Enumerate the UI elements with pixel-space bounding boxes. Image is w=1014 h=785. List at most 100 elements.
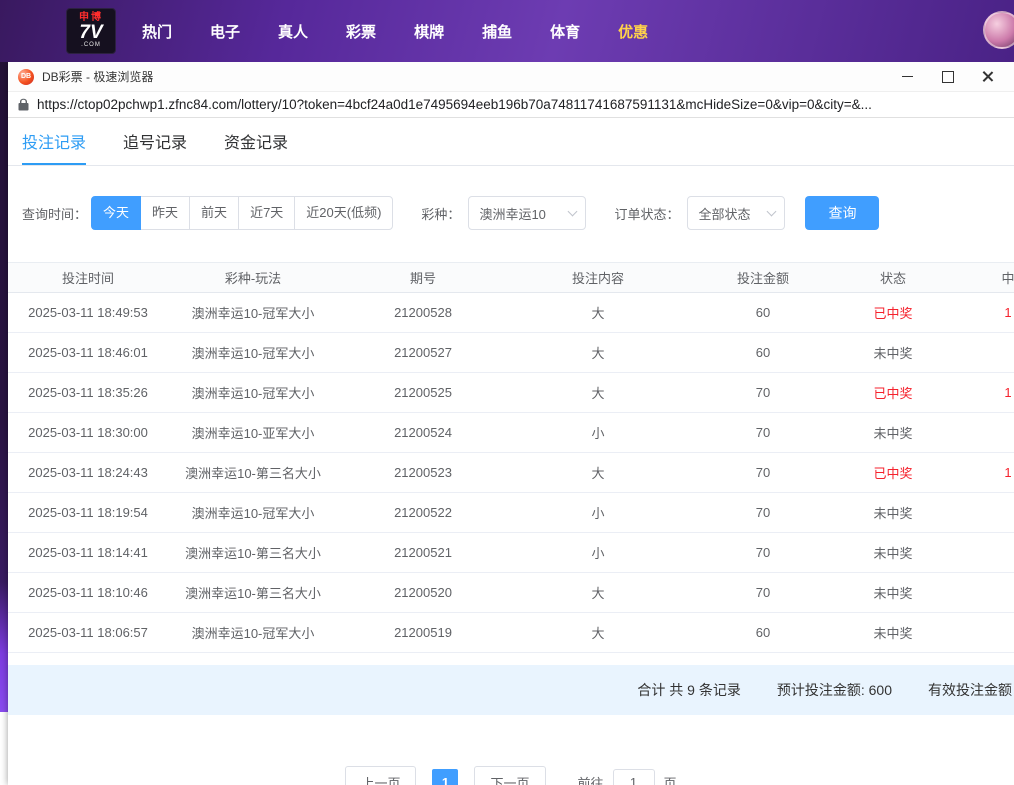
nav-item[interactable]: 真人 bbox=[278, 21, 308, 42]
cell-win bbox=[948, 493, 1014, 533]
table-body: 2025-03-11 18:49:53澳洲幸运10-冠军大小21200528大6… bbox=[8, 293, 1014, 653]
cell-time: 2025-03-11 18:46:01 bbox=[8, 333, 168, 373]
table-header-row: 投注时间彩种-玩法期号投注内容投注金额状态中 bbox=[8, 263, 1014, 293]
lottery-label: 彩种： bbox=[421, 204, 460, 223]
cell-game: 澳洲幸运10-冠军大小 bbox=[168, 293, 338, 333]
logo-en-text: 7V bbox=[79, 23, 102, 42]
cell-period: 21200527 bbox=[338, 333, 508, 373]
time-filter-group: 今天昨天前天近7天近20天(低频) bbox=[91, 196, 393, 230]
cell-game: 澳洲幸运10-第三名大小 bbox=[168, 453, 338, 493]
bet-records-table: 投注时间彩种-玩法期号投注内容投注金额状态中 2025-03-11 18:49:… bbox=[8, 262, 1014, 653]
user-avatar[interactable] bbox=[983, 11, 1014, 49]
cell-win: 1 bbox=[948, 293, 1014, 333]
table-row: 2025-03-11 18:19:54澳洲幸运10-冠军大小21200522小7… bbox=[8, 493, 1014, 533]
column-header: 状态 bbox=[838, 263, 948, 293]
time-filter-button[interactable]: 昨天 bbox=[140, 196, 190, 230]
close-icon[interactable] bbox=[981, 70, 994, 83]
cell-time: 2025-03-11 18:30:00 bbox=[8, 413, 168, 453]
prev-page-button[interactable]: 上一页 bbox=[345, 766, 416, 785]
order-status-select[interactable]: 全部状态 bbox=[687, 196, 785, 230]
nav-item[interactable]: 热门 bbox=[142, 21, 172, 42]
nav-item[interactable]: 彩票 bbox=[346, 21, 376, 42]
column-header: 彩种-玩法 bbox=[168, 263, 338, 293]
cell-amount: 70 bbox=[688, 413, 838, 453]
cell-content: 小 bbox=[508, 493, 688, 533]
cell-amount: 70 bbox=[688, 533, 838, 573]
site-favicon-icon: DB bbox=[18, 69, 34, 85]
column-header: 期号 bbox=[338, 263, 508, 293]
nav-item[interactable]: 电子 bbox=[210, 21, 240, 42]
maximize-icon[interactable] bbox=[941, 70, 954, 83]
summary-total: 合计 共 9 条记录 bbox=[637, 680, 740, 700]
cell-content: 大 bbox=[508, 293, 688, 333]
minimize-icon[interactable] bbox=[901, 70, 914, 83]
cell-win: 1 bbox=[948, 373, 1014, 413]
cell-amount: 70 bbox=[688, 453, 838, 493]
url-bar[interactable]: https://ctop02pchwp1.zfnc84.com/lottery/… bbox=[8, 91, 1014, 118]
table-row: 2025-03-11 18:46:01澳洲幸运10-冠军大小21200527大6… bbox=[8, 333, 1014, 373]
page-content: 投注记录追号记录资金记录 查询时间： 今天昨天前天近7天近20天(低频) 彩种：… bbox=[8, 118, 1014, 785]
cell-win: 1 bbox=[948, 453, 1014, 493]
site-logo[interactable]: 申博 7V .COM bbox=[66, 8, 116, 54]
cell-status: 已中奖 bbox=[838, 373, 948, 413]
cell-content: 大 bbox=[508, 453, 688, 493]
column-header: 投注时间 bbox=[8, 263, 168, 293]
record-tabs: 投注记录追号记录资金记录 bbox=[8, 118, 1014, 166]
cell-game: 澳洲幸运10-冠军大小 bbox=[168, 373, 338, 413]
tab-fund-records[interactable]: 资金记录 bbox=[224, 118, 288, 165]
cell-win bbox=[948, 573, 1014, 613]
tab-chase-records[interactable]: 追号记录 bbox=[123, 118, 187, 165]
cell-win bbox=[948, 333, 1014, 373]
lottery-select[interactable]: 澳洲幸运10 bbox=[468, 196, 586, 230]
nav-item[interactable]: 体育 bbox=[550, 21, 580, 42]
order-status-label: 订单状态： bbox=[614, 204, 679, 223]
time-filter-button[interactable]: 近7天 bbox=[238, 196, 295, 230]
cell-amount: 70 bbox=[688, 493, 838, 533]
nav-item[interactable]: 优惠 bbox=[618, 21, 648, 42]
time-filter-button[interactable]: 前天 bbox=[189, 196, 239, 230]
table-row: 2025-03-11 18:14:41澳洲幸运10-第三名大小21200521小… bbox=[8, 533, 1014, 573]
column-header: 投注金额 bbox=[688, 263, 838, 293]
cell-time: 2025-03-11 18:49:53 bbox=[8, 293, 168, 333]
search-button[interactable]: 查询 bbox=[805, 196, 879, 230]
page-1-button[interactable]: 1 bbox=[432, 769, 458, 785]
chevron-down-icon bbox=[767, 206, 777, 216]
goto-page-input[interactable] bbox=[613, 769, 655, 785]
order-status-value: 全部状态 bbox=[698, 204, 750, 223]
column-header: 投注内容 bbox=[508, 263, 688, 293]
cell-status: 未中奖 bbox=[838, 613, 948, 653]
pagination: 上一页 1 下一页 前往 页 bbox=[8, 766, 1014, 785]
cell-content: 小 bbox=[508, 533, 688, 573]
chevron-down-icon bbox=[568, 206, 578, 216]
nav-item[interactable]: 捕鱼 bbox=[482, 21, 512, 42]
cell-amount: 60 bbox=[688, 333, 838, 373]
column-header: 中 bbox=[948, 263, 1014, 293]
cell-game: 澳洲幸运10-第三名大小 bbox=[168, 573, 338, 613]
cell-time: 2025-03-11 18:35:26 bbox=[8, 373, 168, 413]
nav-item[interactable]: 棋牌 bbox=[414, 21, 444, 42]
time-filter-button[interactable]: 今天 bbox=[91, 196, 141, 230]
time-filter-button[interactable]: 近20天(低频) bbox=[294, 196, 393, 230]
next-page-button[interactable]: 下一页 bbox=[474, 766, 545, 785]
cell-time: 2025-03-11 18:24:43 bbox=[8, 453, 168, 493]
page-unit-label: 页 bbox=[664, 773, 677, 785]
table-row: 2025-03-11 18:06:57澳洲幸运10-冠军大小21200519大6… bbox=[8, 613, 1014, 653]
cell-status: 未中奖 bbox=[838, 573, 948, 613]
cell-period: 21200520 bbox=[338, 573, 508, 613]
time-filter-label: 查询时间： bbox=[22, 204, 87, 223]
cell-status: 已中奖 bbox=[838, 453, 948, 493]
cell-status: 已中奖 bbox=[838, 293, 948, 333]
cell-content: 小 bbox=[508, 413, 688, 453]
window-controls bbox=[901, 70, 1004, 83]
table-row: 2025-03-11 18:49:53澳洲幸运10-冠军大小21200528大6… bbox=[8, 293, 1014, 333]
cell-period: 21200528 bbox=[338, 293, 508, 333]
cell-amount: 70 bbox=[688, 373, 838, 413]
table-row: 2025-03-11 18:35:26澳洲幸运10-冠军大小21200525大7… bbox=[8, 373, 1014, 413]
summary-expected-amount: 预计投注金额: 600 bbox=[777, 680, 892, 700]
filter-bar: 查询时间： 今天昨天前天近7天近20天(低频) 彩种： 澳洲幸运10 订单状态：… bbox=[8, 195, 1014, 231]
table-row: 2025-03-11 18:24:43澳洲幸运10-第三名大小21200523大… bbox=[8, 453, 1014, 493]
tab-bet-records[interactable]: 投注记录 bbox=[22, 118, 86, 165]
cell-period: 21200522 bbox=[338, 493, 508, 533]
cell-win bbox=[948, 533, 1014, 573]
lottery-select-value: 澳洲幸运10 bbox=[479, 204, 545, 223]
